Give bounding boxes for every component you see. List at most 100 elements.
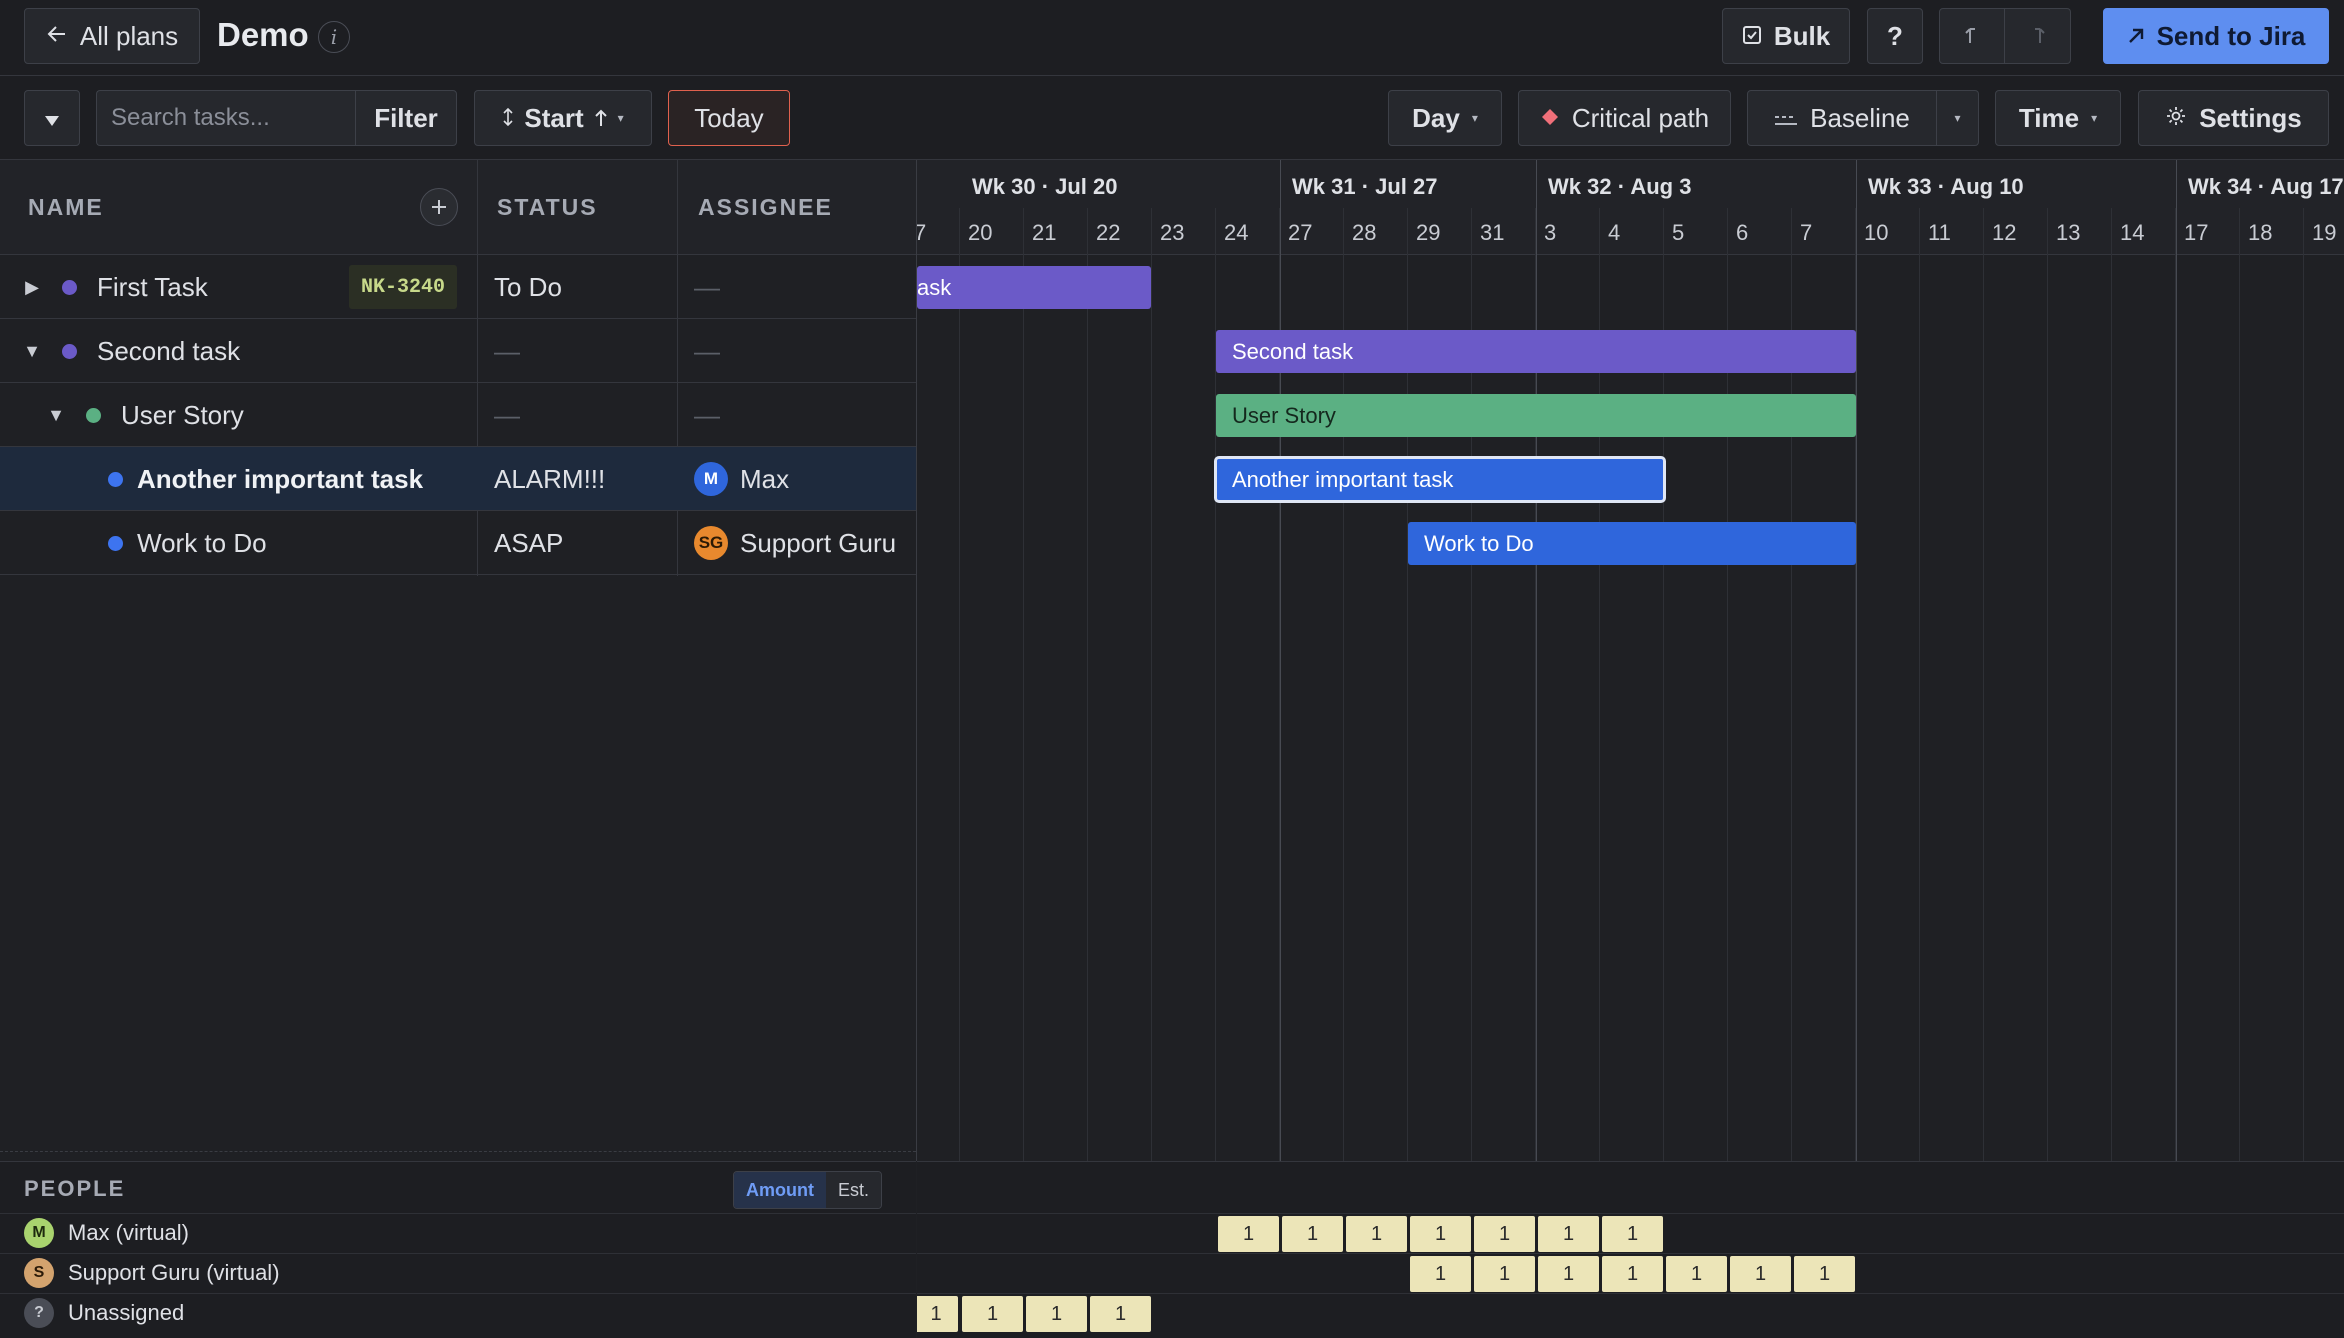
task-bar-second-task[interactable]: Second task: [1216, 330, 1856, 373]
capacity-cell[interactable]: 1: [1666, 1256, 1727, 1292]
capacity-cell[interactable]: 1: [1602, 1216, 1663, 1252]
task-row[interactable]: Another important task ALARM!!! M Max: [0, 447, 916, 511]
sort-start-button[interactable]: Start ▾: [474, 90, 652, 146]
grid-header: NAME STATUS ASSIGNEE: [0, 160, 916, 255]
capacity-cell[interactable]: 1: [1218, 1216, 1279, 1252]
all-plans-button[interactable]: All plans: [24, 8, 200, 64]
day-label: 13: [2056, 220, 2081, 245]
column-header-name[interactable]: NAME: [28, 160, 104, 255]
time-button[interactable]: Time ▾: [1995, 90, 2121, 146]
today-button[interactable]: Today: [668, 90, 790, 146]
capacity-cell[interactable]: 1: [1474, 1216, 1535, 1252]
baseline-button[interactable]: Baseline: [1747, 90, 1937, 146]
status-cell[interactable]: —: [494, 383, 520, 447]
person-row[interactable]: M Max (virtual): [24, 1214, 189, 1252]
person-row[interactable]: ? Unassigned: [24, 1294, 184, 1332]
help-button[interactable]: ?: [1867, 8, 1923, 64]
status-cell[interactable]: To Do: [494, 255, 562, 319]
column-header-status[interactable]: STATUS: [497, 160, 598, 255]
day-gridline: [1151, 208, 1152, 1161]
collapse-toggle-icon[interactable]: ▼: [46, 405, 66, 426]
capacity-cell[interactable]: 1: [962, 1296, 1023, 1332]
row-divider: [917, 1293, 2344, 1294]
assignee-cell[interactable]: M Max: [694, 447, 789, 511]
gantt-timeline[interactable]: Wk 30 · Jul 20 Wk 31 · Jul 27 Wk 32 · Au…: [917, 160, 2344, 1161]
undo-button[interactable]: [1939, 8, 2005, 64]
triangle-down-icon: [44, 103, 60, 134]
task-bar-first-task[interactable]: ask: [917, 266, 1151, 309]
assignee-cell[interactable]: SG Support Guru: [694, 511, 896, 575]
amount-mode-button[interactable]: Amount: [734, 1172, 826, 1208]
row-divider: [917, 1213, 2344, 1214]
critical-path-button[interactable]: Critical path: [1518, 90, 1731, 146]
status-cell[interactable]: ASAP: [494, 511, 563, 575]
settings-button[interactable]: Settings: [2138, 90, 2329, 146]
capacity-cell[interactable]: 1: [1090, 1296, 1151, 1332]
name-cell: Another important task: [108, 447, 423, 511]
task-name[interactable]: First Task: [97, 272, 208, 303]
day-label: 11: [1928, 220, 1951, 245]
expand-toggle-icon[interactable]: ▶: [22, 277, 42, 298]
day-label: 18: [2248, 220, 2273, 245]
task-name[interactable]: User Story: [121, 400, 244, 431]
capacity-cell[interactable]: 1: [1346, 1216, 1407, 1252]
week-label: Wk 30 · Jul 20: [972, 174, 1118, 199]
task-bar-work-to-do[interactable]: Work to Do: [1408, 522, 1856, 565]
assignee-cell[interactable]: —: [694, 319, 720, 383]
column-header-assignee[interactable]: ASSIGNEE: [698, 160, 833, 255]
assignee-cell[interactable]: —: [694, 255, 720, 319]
task-name[interactable]: Work to Do: [137, 528, 267, 559]
task-name[interactable]: Second task: [97, 336, 240, 367]
status-cell[interactable]: ALARM!!!: [494, 447, 605, 511]
person-name: Max (virtual): [68, 1220, 190, 1245]
people-title: PEOPLE: [24, 1176, 126, 1201]
task-row[interactable]: Work to Do ASAP SG Support Guru: [0, 511, 916, 575]
baseline-label: Baseline: [1810, 102, 1910, 133]
send-to-jira-button[interactable]: Send to Jira: [2103, 8, 2329, 64]
day-label: 3: [1544, 220, 1557, 245]
avatar: M: [24, 1218, 54, 1248]
person-row[interactable]: S Support Guru (virtual): [24, 1254, 280, 1292]
task-bar-user-story[interactable]: User Story: [1216, 394, 1856, 437]
bulk-button[interactable]: Bulk: [1722, 8, 1850, 64]
capacity-cell[interactable]: 1: [1026, 1296, 1087, 1332]
baseline-icon: [1774, 103, 1798, 134]
pane-divider[interactable]: [0, 1151, 916, 1152]
day-label: 4: [1608, 220, 1621, 245]
people-mode-toggle[interactable]: Amount Est.: [733, 1171, 882, 1209]
issue-key-badge[interactable]: NK-3240: [349, 265, 458, 309]
task-row[interactable]: ▼ User Story — —: [0, 383, 916, 447]
baseline-dropdown-button[interactable]: ▾: [1937, 90, 1979, 146]
info-icon[interactable]: i: [318, 21, 350, 53]
week-header: Wk 30 · Jul 20 Wk 31 · Jul 27 Wk 32 · Au…: [917, 160, 2344, 208]
capacity-cell[interactable]: 1: [917, 1296, 958, 1332]
status-cell[interactable]: —: [494, 319, 520, 383]
task-bar-another-important-task[interactable]: Another important task: [1214, 456, 1666, 503]
capacity-cell[interactable]: 1: [1538, 1256, 1599, 1292]
type-dot: [108, 471, 123, 487]
capacity-cell[interactable]: 1: [1602, 1256, 1663, 1292]
capacity-cell[interactable]: 1: [1410, 1256, 1471, 1292]
estimate-mode-button[interactable]: Est.: [825, 1172, 881, 1208]
capacity-cell[interactable]: 1: [1730, 1256, 1791, 1292]
task-row[interactable]: ▶ First Task NK-3240 To Do —: [0, 255, 916, 319]
task-name[interactable]: Another important task: [137, 464, 423, 495]
capacity-cell[interactable]: 1: [1282, 1216, 1343, 1252]
week-gridline: [2176, 160, 2177, 1161]
plan-title: Demo: [217, 16, 309, 53]
capacity-cell[interactable]: 1: [1794, 1256, 1855, 1292]
redo-button[interactable]: [2005, 8, 2071, 64]
day-label: 20: [968, 220, 993, 245]
add-column-button[interactable]: [420, 188, 458, 226]
capacity-cell[interactable]: 1: [1538, 1216, 1599, 1252]
search-input[interactable]: [96, 90, 356, 146]
capacity-cell[interactable]: 1: [1474, 1256, 1535, 1292]
gear-icon: [2165, 103, 2187, 134]
zoom-day-button[interactable]: Day ▾: [1388, 90, 1502, 146]
assignee-cell[interactable]: —: [694, 383, 720, 447]
capacity-cell[interactable]: 1: [1410, 1216, 1471, 1252]
collapse-toggle-button[interactable]: [24, 90, 80, 146]
filter-button[interactable]: Filter: [355, 90, 457, 146]
collapse-toggle-icon[interactable]: ▼: [22, 341, 42, 362]
task-row[interactable]: ▼ Second task — —: [0, 319, 916, 383]
